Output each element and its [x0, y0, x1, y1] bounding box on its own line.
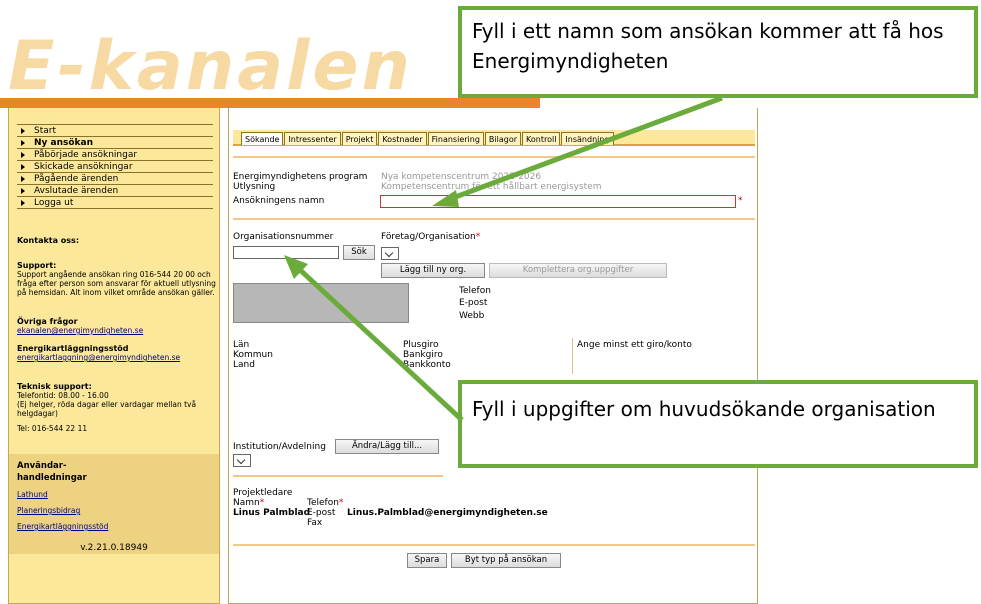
- arrow-line-top: [449, 95, 723, 202]
- callout-arrows: [284, 95, 723, 422]
- arrow-head-icon: [432, 190, 459, 207]
- arrow-line-bottom: [296, 266, 464, 422]
